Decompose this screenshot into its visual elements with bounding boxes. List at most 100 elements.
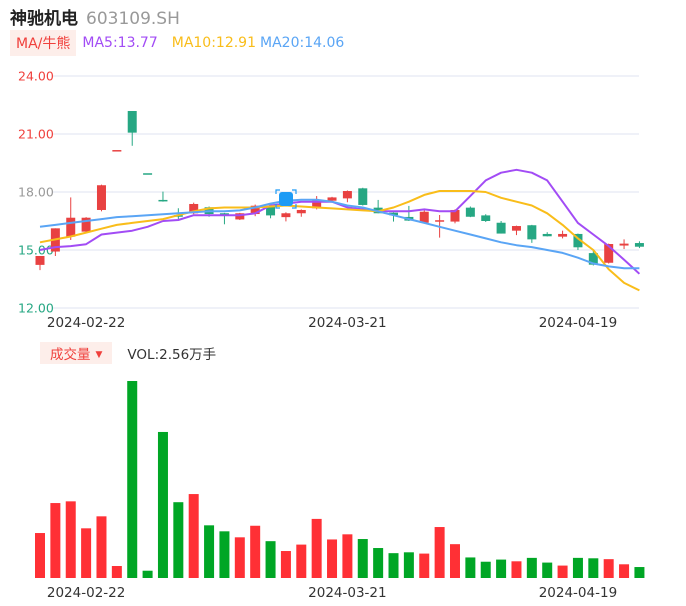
candlestick — [542, 232, 552, 237]
candlestick — [419, 209, 429, 223]
candlestick — [465, 206, 475, 218]
candlestick — [35, 255, 45, 271]
ma5-line — [39, 168, 641, 275]
volume-bar — [434, 527, 445, 578]
candle-body — [296, 209, 306, 214]
volume-bar — [357, 539, 368, 578]
y-tick-label: 21.00 — [18, 127, 54, 142]
volume-bar — [188, 494, 199, 578]
candle-body — [496, 222, 506, 234]
candlestick — [481, 214, 491, 222]
candlestick — [66, 197, 76, 240]
volume-bar — [65, 501, 76, 578]
candle-body — [481, 215, 491, 221]
candle-body — [143, 173, 153, 175]
volume-bar — [619, 564, 630, 578]
candle-body — [558, 233, 568, 237]
ma10-line — [39, 190, 640, 292]
volume-bar — [280, 551, 291, 578]
candlestick — [96, 184, 106, 212]
volume-bar — [388, 553, 399, 578]
x-tick-label: 2024-03-21 — [308, 315, 386, 331]
volume-bar — [634, 567, 645, 578]
candlestick — [558, 230, 568, 239]
x-tick-label: 2024-03-21 — [308, 585, 386, 601]
candlestick — [527, 224, 537, 243]
volume-bar — [96, 516, 107, 578]
volume-bar — [449, 544, 460, 578]
volume-bar — [35, 533, 45, 578]
candle-body — [158, 199, 168, 202]
candlestick — [496, 221, 506, 234]
y-tick-label: 15.00 — [18, 243, 54, 258]
x-tick-label: 2024-02-22 — [47, 585, 125, 601]
volume-bar — [204, 525, 215, 578]
candle-body — [127, 110, 137, 133]
volume-bar — [557, 565, 568, 578]
kline-chart[interactable]: 24.0021.0018.0015.0012.00 2024-02-22 2024… — [0, 0, 686, 606]
volume-bar — [111, 566, 122, 578]
price-axis-labels: 24.00 21.00 18.00 15.00 12.00 — [18, 69, 54, 316]
volume-bar — [173, 502, 184, 578]
volume-bar — [603, 559, 614, 578]
volume-bar — [542, 562, 553, 578]
candle-body — [96, 185, 106, 210]
volume-bar — [127, 381, 138, 578]
ma-lines — [39, 168, 641, 292]
candle-body — [66, 217, 76, 237]
candlestick — [358, 187, 368, 206]
volume-bar — [588, 558, 599, 578]
candle-body — [342, 191, 352, 199]
candle-body — [112, 150, 122, 152]
candle-body — [619, 243, 629, 246]
volume-bar — [296, 544, 307, 578]
volume-bar — [511, 561, 522, 578]
volume-bar — [265, 541, 276, 578]
ma20-line — [39, 198, 640, 270]
candle-body — [511, 226, 521, 231]
candlestick — [158, 191, 168, 202]
candle-body — [634, 243, 644, 247]
volume-bar — [403, 552, 414, 578]
volume-bar — [311, 518, 322, 578]
volume-bars — [35, 381, 645, 578]
volume-bar — [373, 548, 384, 578]
candlestick — [112, 150, 122, 152]
volume-bar — [526, 557, 537, 578]
candle-body — [281, 213, 291, 218]
candlestick — [511, 225, 521, 236]
x-tick-label: 2024-04-19 — [539, 585, 617, 601]
candle-body — [542, 233, 552, 237]
volume-bar — [496, 559, 507, 578]
price-date-axis: 2024-02-22 2024-03-21 2024-04-19 — [47, 315, 617, 331]
y-tick-label: 18.00 — [18, 185, 54, 200]
candle-body — [35, 255, 45, 265]
candle-body — [465, 207, 475, 217]
y-tick-label: 24.00 — [18, 69, 54, 84]
x-tick-label: 2024-04-19 — [539, 315, 617, 331]
volume-bar — [419, 553, 430, 578]
candle-body — [527, 225, 537, 240]
candle-body — [435, 220, 445, 222]
volume-bar — [142, 570, 153, 578]
volume-bar — [250, 525, 261, 578]
candle-body — [358, 188, 368, 205]
volume-bar — [480, 561, 491, 578]
event-marker-badge[interactable] — [279, 192, 293, 206]
volume-bar — [327, 539, 338, 578]
volume-date-axis: 2024-02-22 2024-03-21 2024-04-19 — [47, 585, 617, 601]
candlestick — [81, 217, 91, 233]
candlesticks — [35, 110, 644, 271]
volume-bar — [234, 537, 245, 578]
candlestick — [619, 239, 629, 250]
candlestick — [342, 190, 352, 203]
candlestick — [296, 209, 306, 217]
x-tick-label: 2024-02-22 — [47, 315, 125, 331]
candle-body — [327, 197, 337, 201]
candlestick — [281, 212, 291, 222]
volume-bar — [157, 431, 168, 578]
volume-bar — [572, 557, 583, 578]
volume-bar — [342, 534, 353, 578]
y-tick-label: 12.00 — [18, 301, 54, 316]
volume-bar — [50, 503, 61, 578]
